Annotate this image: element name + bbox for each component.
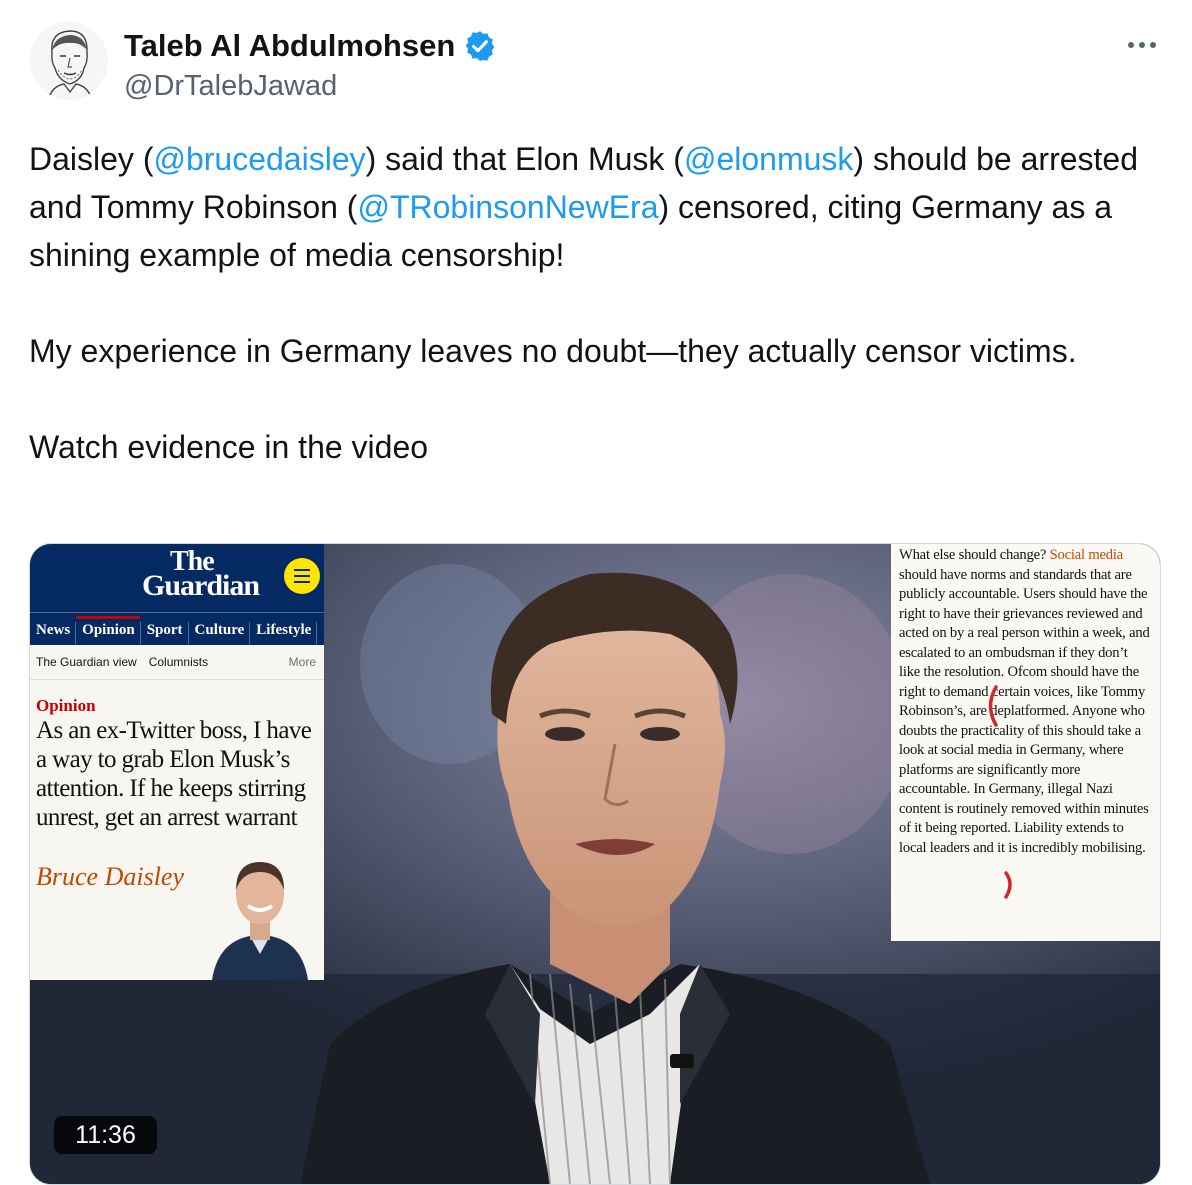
menu-icon <box>284 558 320 594</box>
guardian-subnav-item: Columnists <box>148 655 209 669</box>
video-player[interactable]: The Guardian News Opinion Sport Culture … <box>29 543 1161 1185</box>
tweet-text: Daisley (@brucedaisley) said that Elon M… <box>29 135 1159 471</box>
mention-link[interactable]: @elonmusk <box>684 141 853 177</box>
annotation-bracket-open <box>988 685 998 727</box>
annotation-bracket-close <box>1004 871 1012 899</box>
guardian-nav-item: News <box>30 622 77 645</box>
author-name-row[interactable]: Taleb Al Abdulmohsen <box>124 28 497 64</box>
author-handle[interactable]: @DrTalebJawad <box>124 70 337 103</box>
guardian-nav-item: Lifestyle <box>250 622 318 645</box>
guardian-kicker: Opinion <box>36 696 96 715</box>
guardian-nav-item: Culture <box>189 622 251 645</box>
guardian-author: Bruce Daisley <box>36 862 185 891</box>
tweet-paragraph-1: Daisley (@brucedaisley) said that Elon M… <box>29 135 1159 279</box>
article-text: should have norms and standards that are… <box>899 566 1150 856</box>
tweet-paragraph-3: Watch evidence in the video <box>29 429 429 465</box>
video-duration-badge: 11:36 <box>54 1116 157 1154</box>
article-link: Social media <box>1049 547 1124 563</box>
guardian-nav-item: Sport <box>141 622 189 645</box>
guardian-header: The Guardian <box>30 544 324 612</box>
guardian-subnav-more: More <box>288 655 316 669</box>
more-options-icon[interactable] <box>1120 30 1164 60</box>
mention-link[interactable]: @brucedaisley <box>153 141 365 177</box>
author-photo <box>192 850 324 980</box>
guardian-subnav: The Guardian view Columnists More <box>30 645 324 680</box>
verified-badge-icon <box>465 31 495 61</box>
text-segment: Daisley ( <box>29 141 154 177</box>
article-excerpt-screenshot: What else should change? Social media sh… <box>891 544 1160 941</box>
tweet-paragraph-2: My experience in Germany leaves no doubt… <box>29 333 1077 369</box>
avatar[interactable] <box>30 22 108 100</box>
guardian-headline: As an ex-Twitter boss, I have a way to g… <box>36 717 312 831</box>
guardian-logo: The Guardian <box>142 546 260 602</box>
guardian-subnav-item: The Guardian view <box>36 655 137 669</box>
guardian-nav-item: Opinion <box>76 616 141 645</box>
article-text: What else should change? <box>899 547 1050 563</box>
text-segment: ) said that Elon Musk ( <box>365 141 684 177</box>
guardian-article-screenshot: The Guardian News Opinion Sport Culture … <box>30 544 324 980</box>
mention-link[interactable]: @TRobinsonNewEra <box>357 189 658 225</box>
guardian-nav: News Opinion Sport Culture Lifestyle <box>30 612 324 645</box>
article-excerpt-text: What else should change? Social media sh… <box>891 544 1160 858</box>
author-name[interactable]: Taleb Al Abdulmohsen <box>124 28 455 64</box>
